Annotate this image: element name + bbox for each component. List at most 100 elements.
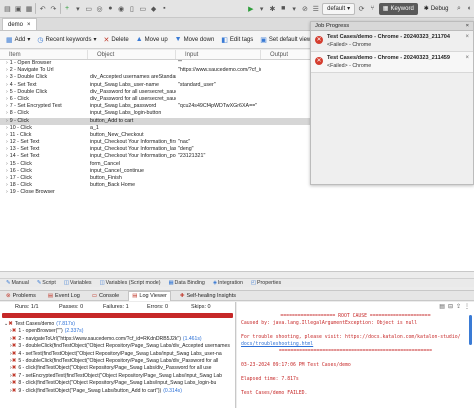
cell-input[interactable]: "https://www.saucedemo.com/?cf_id=: [176, 67, 261, 74]
log-tree-row[interactable]: › ✖ 4 - setText(findTestObject("Object Rep…: [0, 351, 235, 358]
log-tree-row[interactable]: › ✖ 2 - navigateToUrl("https://www.saucede…: [0, 336, 235, 343]
table-row[interactable]: › 19 - Close Browser: [0, 189, 474, 196]
chevron-right-icon[interactable]: ›: [6, 60, 8, 66]
tab-manual[interactable]: ✎Manual: [6, 280, 29, 286]
folder-icon[interactable]: ▭: [84, 3, 93, 14]
cell-input[interactable]: [176, 161, 261, 168]
chevron-right-icon[interactable]: ›: [6, 103, 8, 109]
profile-dropdown[interactable]: default ▾: [322, 2, 356, 15]
log-tree-row[interactable]: › ✖ 7 - setEncryptedText(findTestObject("O…: [0, 373, 235, 380]
cell-object[interactable]: input_Checkout Your Information_last: [88, 146, 176, 153]
job-item[interactable]: ✕ Test Cases/demo - Chrome - 20240323_211…: [311, 31, 473, 52]
cell-object[interactable]: [88, 60, 176, 67]
view-menu-icon[interactable]: ⋮: [464, 303, 470, 310]
save-icon[interactable]: ▣: [14, 3, 23, 14]
close-icon[interactable]: ×: [466, 23, 469, 29]
run-icon[interactable]: ▶: [246, 3, 255, 14]
tab-properties[interactable]: ◰Properties: [251, 280, 281, 286]
stop-icon[interactable]: ■: [279, 3, 288, 14]
cell-input[interactable]: [176, 175, 261, 182]
chevron-right-icon[interactable]: ›: [6, 67, 8, 73]
cell-input[interactable]: "23121321": [176, 153, 261, 160]
dropdown-arrow-icon[interactable]: ▾: [73, 3, 82, 14]
export-icon[interactable]: ⇪: [456, 303, 461, 310]
cell-object[interactable]: [88, 189, 176, 196]
cell-input[interactable]: "": [176, 60, 261, 67]
chevron-right-icon[interactable]: ›: [6, 161, 8, 167]
chevron-right-icon[interactable]: ›: [6, 153, 8, 159]
cell-object[interactable]: input_Cancel_continue: [88, 168, 176, 175]
job-item[interactable]: ✕ Test Cases/demo - Chrome - 20240323_211…: [311, 52, 473, 73]
cell-object[interactable]: button_New_Checkout: [88, 132, 176, 139]
delete-button[interactable]: ✕ Delete: [101, 36, 130, 44]
chevron-right-icon[interactable]: ›: [6, 110, 8, 116]
close-icon[interactable]: ×: [465, 34, 469, 40]
mobile-icon[interactable]: ▯: [128, 3, 137, 14]
cell-object[interactable]: input_Swag Labs_login-button: [88, 110, 176, 117]
git-icon[interactable]: ⑂: [368, 3, 377, 14]
cell-object[interactable]: [88, 67, 176, 74]
add-button[interactable]: ▦ Add ▾: [4, 36, 32, 44]
column-header-input[interactable]: Input: [176, 50, 261, 59]
tab-demo[interactable]: demo ×: [2, 18, 37, 30]
chevron-right-icon[interactable]: ›: [6, 125, 8, 131]
column-header-item[interactable]: Item: [0, 50, 88, 59]
collapse-icon[interactable]: ⊟: [448, 303, 453, 310]
cell-input[interactable]: [176, 189, 261, 196]
chevron-right-icon[interactable]: ›: [6, 118, 8, 124]
log-tree-row[interactable]: ⌄ ✖ Test Cases/demo (7.817s): [0, 321, 235, 328]
cell-object[interactable]: input_Swag Labs_user-name: [88, 82, 176, 89]
close-icon[interactable]: ×: [465, 55, 469, 61]
chevron-right-icon[interactable]: ›: [6, 132, 8, 138]
log-detail-scrollbar[interactable]: [469, 315, 472, 345]
edit-tags-button[interactable]: ◧ Edit tags: [219, 36, 255, 44]
cell-object[interactable]: form_Cancel: [88, 161, 176, 168]
spy-web-icon[interactable]: ◉: [117, 3, 126, 14]
add-icon[interactable]: +: [63, 3, 72, 14]
cell-object[interactable]: button_Add to cart: [88, 118, 176, 125]
cell-input[interactable]: "nac": [176, 139, 261, 146]
chevron-right-icon[interactable]: ›: [6, 146, 8, 152]
tab-variables[interactable]: ◫Variables: [64, 280, 92, 286]
log-tree-row[interactable]: › ✖ 1 - openBrowser("") (2.337s): [0, 328, 235, 335]
tab-console[interactable]: ▭ Console: [89, 291, 122, 301]
tab-self-healing-insights[interactable]: ✚ Self-healing Insights: [177, 291, 239, 301]
chevron-right-icon[interactable]: ›: [6, 82, 8, 88]
cell-object[interactable]: input_Checkout Your Information_post: [88, 153, 176, 160]
cell-object[interactable]: div_Password for all usersecret_sauce: [88, 96, 176, 103]
desktop-icon[interactable]: ▭: [138, 3, 147, 14]
log-tree-row[interactable]: › ✖ 8 - click(findTestObject("Object Repos…: [0, 380, 235, 387]
cell-input[interactable]: [176, 110, 261, 117]
cell-input[interactable]: [176, 182, 261, 189]
chevron-right-icon[interactable]: ›: [6, 189, 8, 195]
set-default-view-button[interactable]: ▣ Set default view: [258, 36, 313, 44]
record-icon[interactable]: ●: [106, 3, 115, 14]
run-dropdown-icon[interactable]: ▾: [257, 3, 266, 14]
chevron-right-icon[interactable]: ›: [6, 89, 8, 95]
cell-object[interactable]: a_1: [88, 125, 176, 132]
terminal-icon[interactable]: ▪: [160, 3, 169, 14]
log-tree-row[interactable]: › ✖ 5 - doubleClick(findTestObject("Object…: [0, 358, 235, 365]
tab-problems[interactable]: ⊗ Problems: [3, 291, 39, 301]
cell-object[interactable]: div_Password for all usersecret_sauce: [88, 89, 176, 96]
move-up-button[interactable]: ▲ Move up: [134, 36, 170, 43]
chevron-right-icon[interactable]: ›: [6, 182, 8, 188]
close-icon[interactable]: ×: [27, 22, 31, 28]
move-down-button[interactable]: ▼ Move down: [173, 36, 217, 43]
perspective-keyword[interactable]: ▦ Keyword: [378, 2, 418, 15]
object-spy-icon[interactable]: ◎: [95, 3, 104, 14]
cell-output[interactable]: [261, 189, 346, 196]
log-tree-row[interactable]: › ✖ 3 - doubleClick(findTestObject("Object…: [0, 343, 235, 350]
tab-integration[interactable]: ◈Integration: [213, 280, 243, 286]
cell-object[interactable]: button_Finish: [88, 175, 176, 182]
cell-input[interactable]: [176, 96, 261, 103]
debug-icon[interactable]: ✱: [268, 3, 277, 14]
cell-object[interactable]: input_Swag Labs_password: [88, 103, 176, 110]
perspective-debug[interactable]: ✱ Debug: [420, 3, 453, 15]
cell-input[interactable]: "standard_user": [176, 82, 261, 89]
network-icon[interactable]: ⟳: [357, 3, 366, 14]
chevron-right-icon[interactable]: ›: [6, 74, 8, 80]
new-file-icon[interactable]: ▤: [3, 3, 12, 14]
tab-log-viewer[interactable]: ▤ Log Viewer: [128, 290, 171, 301]
cell-input[interactable]: [176, 132, 261, 139]
